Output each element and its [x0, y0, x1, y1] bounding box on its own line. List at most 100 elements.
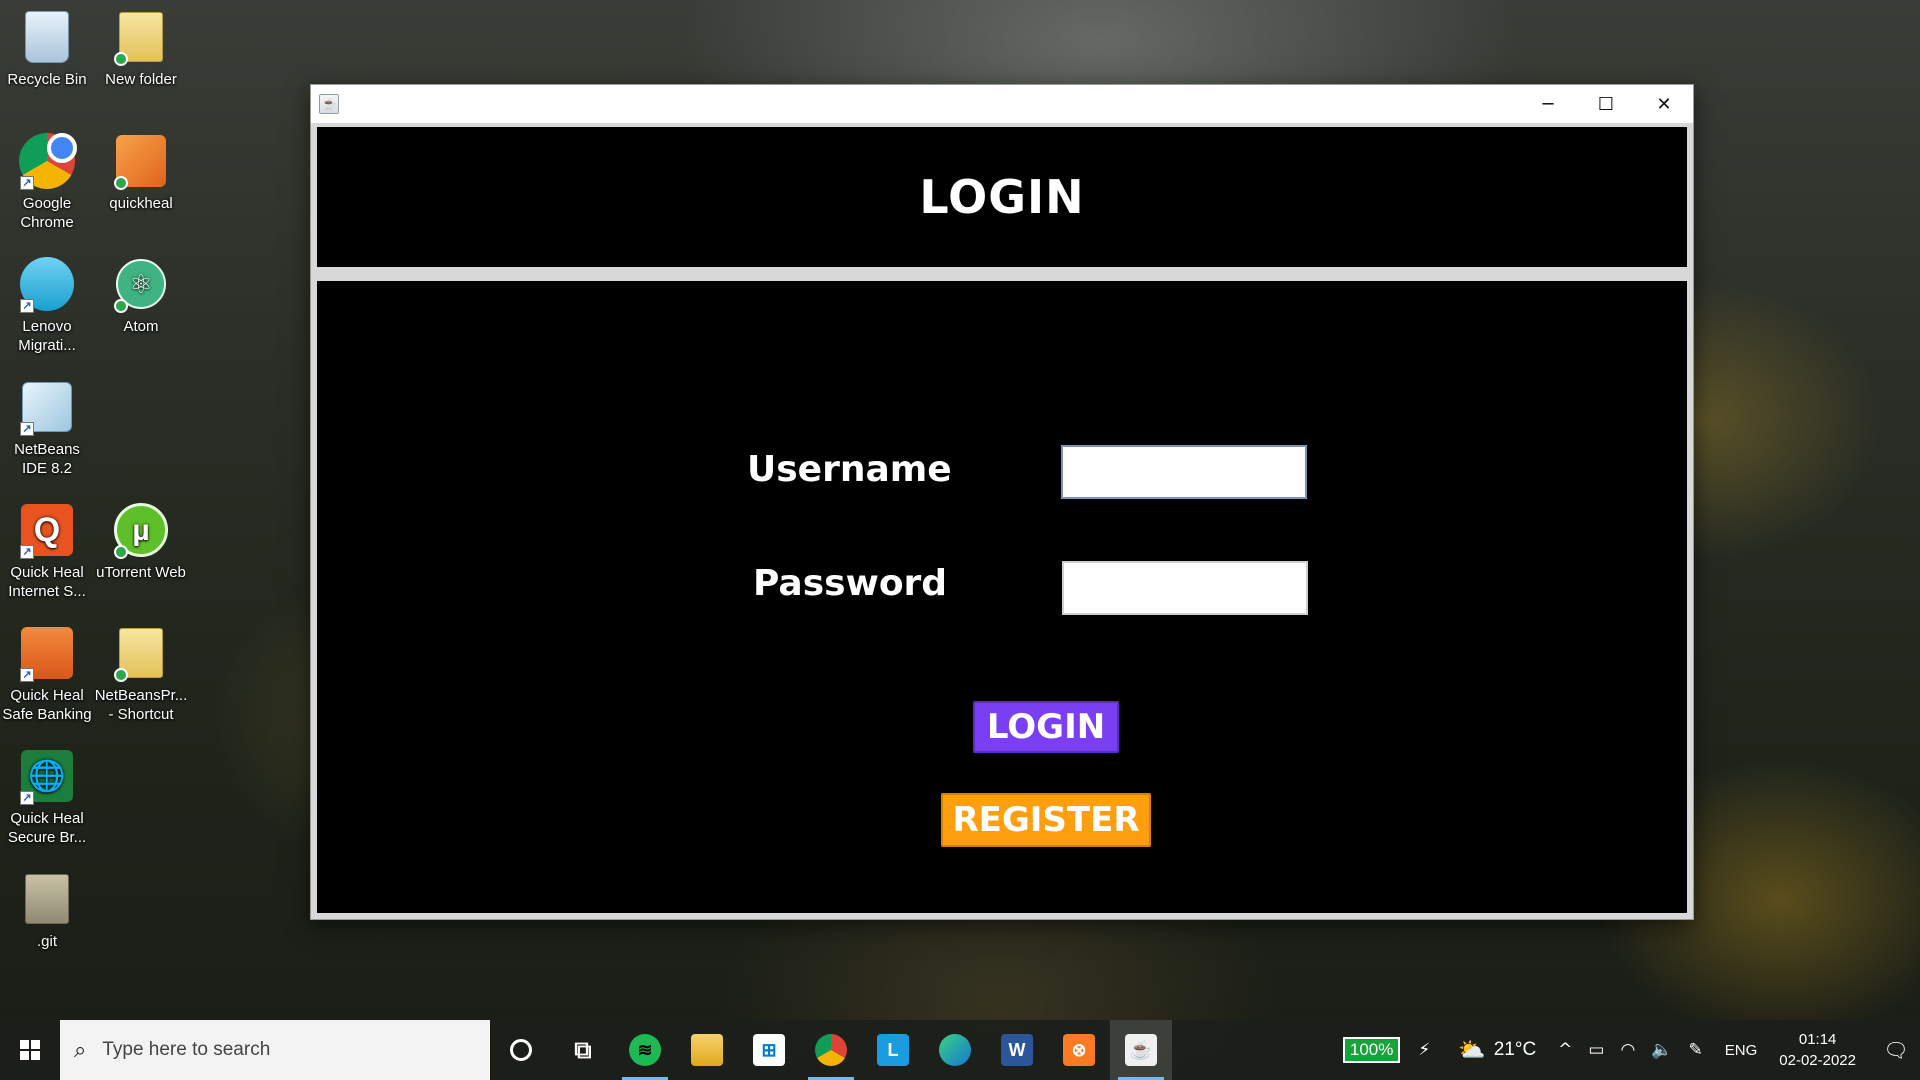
register-button[interactable]: REGISTER: [941, 793, 1151, 847]
desktop-icon-new-folder[interactable]: New folder: [94, 0, 188, 89]
password-label: Password: [753, 563, 948, 604]
spotify-icon: ≋: [629, 1034, 661, 1066]
microsoft-store-icon: ⊞: [753, 1034, 785, 1066]
battery-percentage[interactable]: 100%: [1342, 1037, 1401, 1063]
windows-logo-icon: [20, 1040, 40, 1060]
desktop-icon-google-chrome[interactable]: ↗ Google Chrome: [0, 124, 94, 232]
recycle-bin-icon: [25, 11, 69, 63]
shortcut-arrow-icon: ↗: [20, 176, 34, 190]
battery-icon[interactable]: ▭: [1588, 1040, 1604, 1060]
task-view-button[interactable]: ⧉: [552, 1020, 614, 1080]
desktop-icon-quick-heal-safe-banking[interactable]: ↗ Quick Heal Safe Banking: [0, 616, 94, 724]
desktop-icon-label: Lenovo Migrati...: [18, 318, 76, 354]
taskbar-app-spotify[interactable]: ≋: [614, 1020, 676, 1080]
shortcut-arrow-icon: ↗: [20, 422, 34, 436]
taskbar-app-chrome[interactable]: [800, 1020, 862, 1080]
java-cup-icon: ☕: [319, 94, 339, 114]
java-app-icon: ☕: [1125, 1034, 1157, 1066]
desktop-icon-git[interactable]: .git: [0, 862, 94, 951]
sync-check-icon: [114, 176, 128, 190]
system-tray: 100% ⚡ ⛅ 21°C ^ ▭ ◠ 🔈 ✎ ENG 01:14 02-02-…: [1342, 1020, 1920, 1080]
task-view-icon: ⧉: [574, 1036, 592, 1064]
taskbar-app-file-explorer[interactable]: [676, 1020, 738, 1080]
file-explorer-icon: [691, 1034, 723, 1066]
desktop-icon-netbeans[interactable]: ↗ NetBeans IDE 8.2: [0, 370, 94, 478]
taskbar-app-store[interactable]: ⊞: [738, 1020, 800, 1080]
desktop-icon-label: New folder: [105, 71, 177, 88]
chrome-icon: [815, 1034, 847, 1066]
desktop-icons: Recycle Bin New folder ↗ Google Chrome q…: [0, 0, 200, 1020]
desktop-icon-label: Atom: [123, 318, 159, 335]
sync-check-icon: [114, 545, 128, 559]
taskbar: ⌕ Type here to search ⧉ ≋ ⊞ L W ⊗ ☕ 100%…: [0, 1020, 1920, 1080]
clock-time: 01:14: [1798, 1031, 1837, 1048]
login-form-panel: Username Password LOGIN REGISTER: [317, 281, 1687, 913]
weather-widget[interactable]: ⛅ 21°C: [1458, 1038, 1536, 1063]
desktop-icon-label: Recycle Bin: [7, 71, 87, 88]
desktop-icon-label: quickheal: [109, 195, 173, 212]
clock[interactable]: 01:14 02-02-2022: [1779, 1029, 1856, 1071]
chevron-up-icon[interactable]: ^: [1558, 1040, 1572, 1060]
desktop-icon-label: NetBeans IDE 8.2: [14, 441, 80, 477]
clock-date: 02-02-2022: [1779, 1052, 1856, 1069]
cortana-icon: [510, 1039, 532, 1061]
cortana-button[interactable]: [490, 1020, 552, 1080]
sync-check-icon: [114, 668, 128, 682]
search-placeholder: Type here to search: [102, 1039, 271, 1060]
notification-center-icon[interactable]: 🗨: [1872, 1020, 1920, 1080]
username-label: Username: [747, 449, 952, 490]
desktop-icon-netbeans-shortcut[interactable]: NetBeansPr... - Shortcut: [94, 616, 188, 724]
desktop-icon-quick-heal-internet[interactable]: Q ↗ Quick Heal Internet S...: [0, 493, 94, 601]
shortcut-arrow-icon: ↗: [20, 545, 34, 559]
l-app-icon: L: [877, 1034, 909, 1066]
desktop-icon-recycle-bin[interactable]: Recycle Bin: [0, 0, 94, 89]
taskbar-app-l[interactable]: L: [862, 1020, 924, 1080]
folder-icon: [25, 874, 69, 924]
desktop-icon-label: Quick Heal Safe Banking: [2, 687, 92, 723]
desktop-icon-label: uTorrent Web: [96, 564, 186, 581]
pen-icon[interactable]: ✎: [1689, 1040, 1703, 1060]
wifi-icon[interactable]: ◠: [1620, 1040, 1635, 1060]
window-controls: ─ ☐ ✕: [1519, 85, 1693, 123]
taskbar-app-edge[interactable]: [924, 1020, 986, 1080]
desktop-icon-label: Quick Heal Internet S...: [8, 564, 86, 600]
volume-icon[interactable]: 🔈: [1651, 1040, 1672, 1060]
login-button[interactable]: LOGIN: [973, 701, 1119, 753]
xampp-icon: ⊗: [1063, 1034, 1095, 1066]
taskbar-app-word[interactable]: W: [986, 1020, 1048, 1080]
word-icon: W: [1001, 1034, 1033, 1066]
shortcut-arrow-icon: ↗: [20, 791, 34, 805]
password-field[interactable]: [1062, 561, 1308, 615]
edge-icon: [939, 1034, 971, 1066]
input-language[interactable]: ENG: [1725, 1042, 1758, 1059]
weather-partly-sunny-icon: ⛅: [1458, 1037, 1486, 1063]
desktop-icon-label: .git: [36, 933, 57, 950]
taskbar-app-xampp[interactable]: ⊗: [1048, 1020, 1110, 1080]
close-button[interactable]: ✕: [1635, 85, 1693, 123]
desktop-icon-label: Google Chrome: [20, 195, 74, 231]
desktop-icon-quick-heal-secure-browser[interactable]: 🌐 ↗ Quick Heal Secure Br...: [0, 739, 94, 847]
shortcut-arrow-icon: ↗: [20, 668, 34, 682]
charging-plug-icon: ⚡: [1418, 1040, 1431, 1060]
minimize-button[interactable]: ─: [1519, 85, 1577, 123]
taskbar-app-java[interactable]: ☕: [1110, 1020, 1172, 1080]
search-icon: ⌕: [74, 1037, 87, 1063]
desktop-icon-lenovo-migration[interactable]: ↗ Lenovo Migrati...: [0, 247, 94, 355]
desktop-icon-label: NetBeansPr... - Shortcut: [94, 687, 188, 723]
desktop-icon-quickheal[interactable]: quickheal: [94, 124, 188, 213]
desktop-icon-utorrent[interactable]: µ uTorrent Web: [94, 493, 188, 582]
start-button[interactable]: [0, 1020, 60, 1080]
desktop-icon-atom[interactable]: ⚛ Atom: [94, 247, 188, 336]
username-field[interactable]: [1061, 445, 1307, 499]
desktop-icon-label: Quick Heal Secure Br...: [7, 810, 87, 846]
maximize-button[interactable]: ☐: [1577, 85, 1635, 123]
temperature: 21°C: [1493, 1039, 1537, 1060]
shortcut-arrow-icon: ↗: [20, 299, 34, 313]
page-title: LOGIN: [919, 170, 1085, 224]
header-panel: LOGIN: [317, 127, 1687, 267]
login-window: ☕ ─ ☐ ✕ LOGIN Username Password LOGIN RE…: [310, 84, 1694, 920]
taskbar-search-box[interactable]: ⌕ Type here to search: [60, 1020, 490, 1080]
sync-check-icon: [114, 299, 128, 313]
sync-check-icon: [114, 52, 128, 66]
window-titlebar[interactable]: ☕ ─ ☐ ✕: [311, 85, 1693, 123]
